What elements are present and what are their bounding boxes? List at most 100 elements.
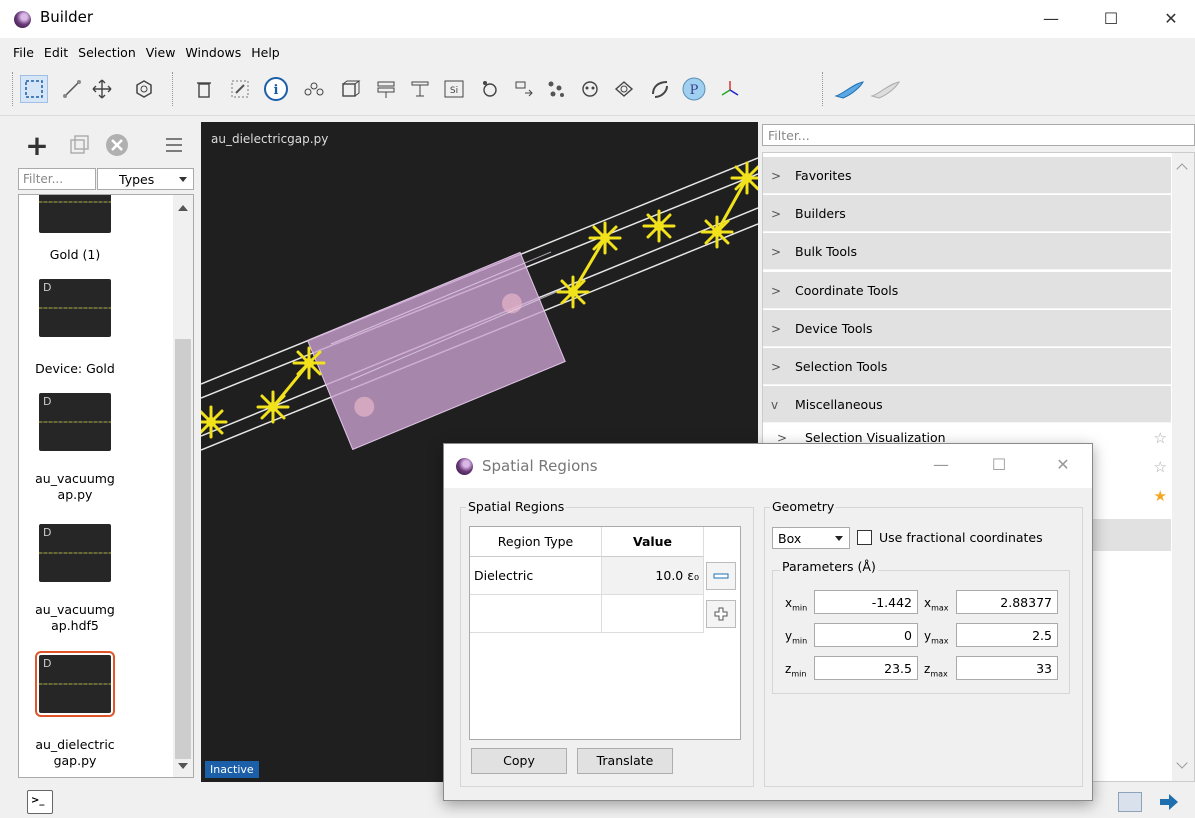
category-selection-tools[interactable]: > Selection Tools: [763, 348, 1171, 385]
script-icon[interactable]: P: [680, 75, 708, 103]
category-coordinate-tools[interactable]: > Coordinate Tools: [763, 272, 1171, 309]
tolerance-icon[interactable]: [406, 75, 434, 103]
cell-icon[interactable]: [336, 75, 364, 103]
scroll-up-icon[interactable]: [178, 205, 188, 211]
bond-icon[interactable]: [300, 75, 328, 103]
tools-scrollbar[interactable]: [1172, 153, 1194, 781]
move-icon[interactable]: [88, 75, 116, 103]
region-value-cell[interactable]: 10.0 ε₀: [602, 557, 704, 595]
menu-help[interactable]: Help: [246, 40, 285, 64]
region-type-cell[interactable]: Dielectric: [470, 557, 602, 595]
list-item-label: Device: Gold: [35, 361, 115, 376]
view-tube-icon[interactable]: [868, 75, 904, 103]
zmax-input[interactable]: 33: [956, 656, 1058, 680]
toolbar-grip: [12, 72, 13, 106]
log-icon[interactable]: [1118, 792, 1142, 812]
console-icon[interactable]: >_: [27, 790, 53, 814]
minimize-button[interactable]: —: [1036, 6, 1066, 32]
dialog-maximize-button[interactable]: ☐: [984, 452, 1014, 478]
category-bulk-tools[interactable]: > Bulk Tools: [763, 233, 1171, 270]
zmin-label: zmin: [785, 662, 807, 679]
menu-selection[interactable]: Selection: [73, 40, 141, 64]
menu-view[interactable]: View: [141, 40, 181, 64]
toolbar-separator: [172, 72, 173, 106]
shape-value: Box: [778, 531, 802, 546]
parameters-group-title: Parameters (Å): [780, 559, 878, 574]
structure-thumbnail: D: [35, 651, 115, 717]
close-button[interactable]: ✕: [1156, 6, 1186, 32]
scroll-thumb[interactable]: [175, 339, 191, 759]
scroll-down-icon[interactable]: [178, 763, 188, 769]
dialog-minimize-button[interactable]: —: [926, 452, 956, 478]
remove-icon[interactable]: [104, 132, 130, 158]
favorite-star-icon[interactable]: ☆: [1154, 429, 1167, 447]
list-view-icon[interactable]: [160, 132, 186, 158]
duplicate-icon[interactable]: [66, 132, 92, 158]
shape-dropdown[interactable]: Box: [772, 527, 850, 549]
cluster-icon[interactable]: [542, 75, 570, 103]
zmin-input[interactable]: 23.5: [814, 656, 918, 680]
device-badge: D: [43, 281, 52, 294]
translate-button[interactable]: Translate: [577, 748, 673, 774]
copy-button[interactable]: Copy: [471, 748, 567, 774]
element-icon[interactable]: Si: [440, 75, 468, 103]
ymax-input[interactable]: 2.5: [956, 623, 1058, 647]
category-miscellaneous[interactable]: v Miscellaneous: [763, 386, 1171, 423]
measure-icon[interactable]: [58, 75, 86, 103]
scroll-up-icon[interactable]: [1176, 163, 1188, 175]
xmax-input[interactable]: 2.88377: [956, 590, 1058, 614]
structure-thumbnail: D: [39, 393, 111, 451]
list-item-label: au_vacuumg ap.hdf5: [35, 602, 115, 633]
category-favorites[interactable]: > Favorites: [763, 157, 1171, 194]
rectangle-select-icon[interactable]: [20, 75, 48, 103]
column-header-value[interactable]: Value: [602, 527, 704, 557]
chevron-right-icon: >: [771, 322, 782, 336]
fractional-coordinates-checkbox[interactable]: [857, 530, 872, 545]
svg-text:P: P: [690, 83, 699, 98]
layers-icon[interactable]: [372, 75, 400, 103]
list-item-label: au_dielectric gap.py: [35, 737, 115, 768]
project-list: Gold (1) D Device: Gold D au_vacuumg ap.…: [18, 194, 194, 778]
favorite-star-filled-icon[interactable]: ★: [1154, 487, 1167, 505]
dialog-close-button[interactable]: ✕: [1048, 452, 1078, 478]
trash-icon[interactable]: [190, 75, 218, 103]
scroll-down-icon[interactable]: [1176, 757, 1188, 769]
fractional-coordinates-label: Use fractional coordinates: [879, 530, 1043, 545]
ymax-label: ymax: [924, 629, 949, 646]
info-icon[interactable]: i: [262, 75, 290, 103]
spatial-regions-dialog: Spatial Regions — ☐ ✕ Spatial Regions Re…: [443, 443, 1093, 801]
column-header-region-type[interactable]: Region Type: [470, 527, 602, 557]
add-icon[interactable]: +: [24, 129, 50, 162]
cage-icon[interactable]: [576, 75, 604, 103]
molecule-icon[interactable]: [476, 75, 504, 103]
project-filter-input[interactable]: Filter...: [18, 168, 96, 190]
axes-icon[interactable]: [716, 75, 744, 103]
transform-icon[interactable]: [510, 75, 538, 103]
empty-cell[interactable]: [602, 595, 704, 633]
empty-cell[interactable]: [470, 595, 602, 633]
select-region-icon[interactable]: [226, 75, 254, 103]
category-label: Bulk Tools: [795, 244, 857, 259]
favorite-star-icon[interactable]: ☆: [1154, 458, 1167, 476]
rotate-icon[interactable]: [130, 75, 158, 103]
maximize-button[interactable]: ☐: [1096, 6, 1126, 32]
menu-windows[interactable]: Windows: [180, 40, 246, 64]
remove-region-button[interactable]: [706, 562, 736, 590]
view-ribbon-icon[interactable]: [832, 75, 868, 103]
surface-icon[interactable]: [610, 75, 638, 103]
category-builders[interactable]: > Builders: [763, 195, 1171, 232]
send-arrow-icon[interactable]: [1158, 792, 1180, 815]
types-dropdown[interactable]: Types: [97, 168, 194, 190]
xmin-input[interactable]: -1.442: [814, 590, 918, 614]
category-device-tools[interactable]: > Device Tools: [763, 310, 1171, 347]
structure-thumbnail: D: [39, 279, 111, 337]
window-title: Builder: [40, 8, 94, 26]
add-region-button[interactable]: [706, 600, 736, 628]
menu-bar: File Edit Selection View Windows Help: [0, 40, 1195, 64]
menu-file[interactable]: File: [8, 40, 39, 64]
ymin-input[interactable]: 0: [814, 623, 918, 647]
project-list-scrollbar[interactable]: [173, 195, 193, 777]
nanotube-icon[interactable]: [646, 75, 674, 103]
tools-filter-input[interactable]: Filter...: [762, 124, 1195, 146]
menu-edit[interactable]: Edit: [39, 40, 73, 64]
